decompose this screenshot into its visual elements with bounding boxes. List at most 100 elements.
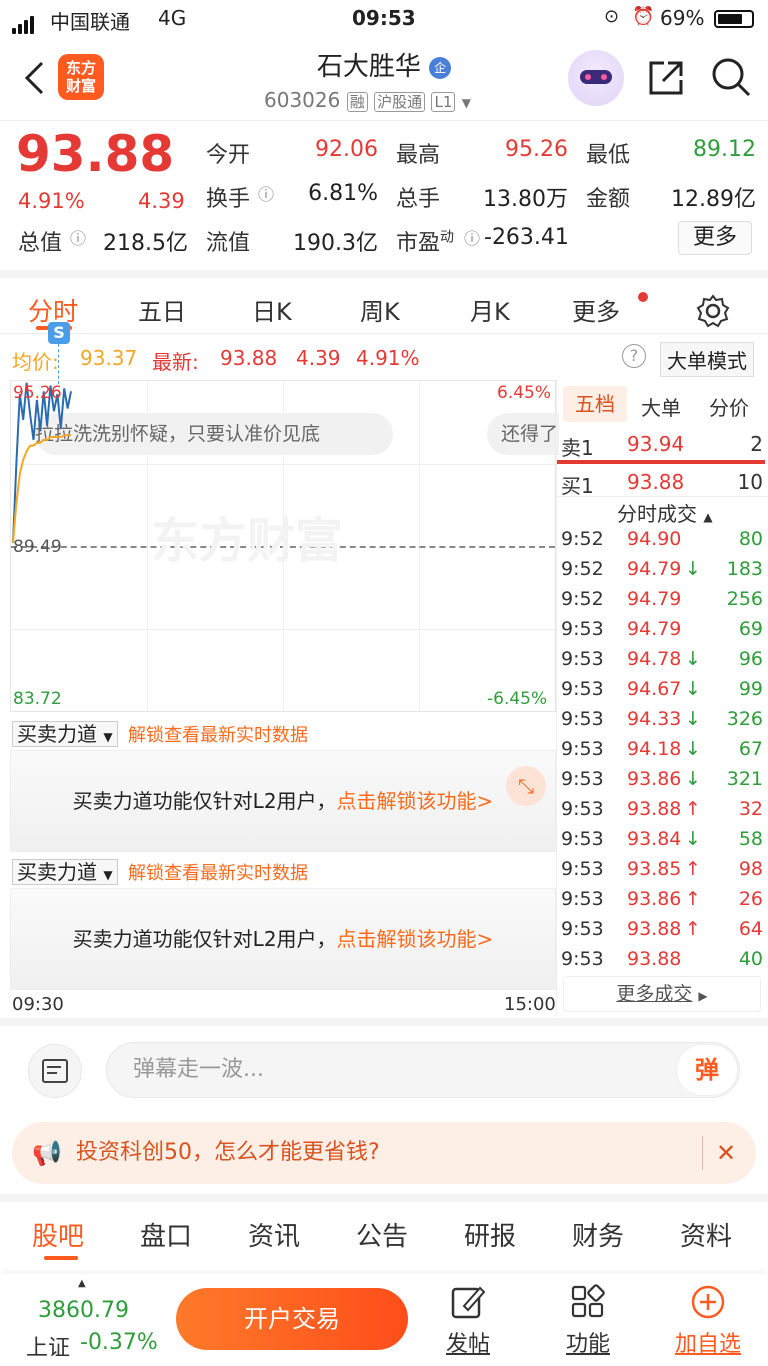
dropdown-icon[interactable]: ▼ [462,96,471,110]
latest-pct: 4.91% [356,346,420,370]
pct-top-label: 6.45% [497,383,552,403]
trade-time: 9:53 [561,888,604,910]
unlock-link[interactable]: 解锁查看最新实时数据 [128,725,308,746]
trade-volume: 67 [738,738,763,760]
danmu-input[interactable]: 弹幕走一波... [106,1042,740,1098]
s-badge[interactable]: S [48,322,70,344]
tab-more[interactable]: 更多 [572,292,620,327]
active-tab-indicator [44,1256,78,1260]
promo-banner[interactable]: 📢 投资科创50，怎么才能更省钱? ✕ [12,1122,756,1184]
stock-code: 603026 [264,88,341,112]
trade-time: 9:53 [561,678,604,700]
trade-volume: 96 [738,648,763,670]
power-unlock-cta[interactable]: 点击解锁该功能> [337,927,494,951]
tab-five-levels[interactable]: 五档 [563,386,627,422]
up-arrow-icon: ↑ [685,798,701,820]
volume-value: 13.80万 [483,187,568,212]
chevron-right-icon: ▶ [698,989,708,1003]
open-account-trade-button[interactable]: 开户交易 [176,1288,408,1350]
lock-rotation-icon: ⊙ [604,6,620,27]
post-button[interactable]: 发帖 [428,1284,508,1358]
tab-research[interactable]: 研报 [464,1216,516,1253]
trade-row: 9:53 93.88 ↑ 32 [561,796,765,826]
tab-price-dist[interactable]: 分价 [709,392,749,421]
trade-row: 9:52 94.79 ↓ 183 [561,556,765,586]
trade-row: 9:53 93.84 ↓ 58 [561,826,765,856]
trade-volume: 80 [738,528,763,550]
functions-button[interactable]: 功能 [548,1284,628,1358]
tab-forum[interactable]: 股吧 [32,1216,84,1253]
add-watchlist-button[interactable]: 加自选 [668,1284,748,1358]
trades-list: 9:52 94.90 80 9:52 94.79 ↓ 183 9:52 94.79 256 9:53… [561,526,765,976]
add-watchlist-label: 加自选 [674,1332,741,1357]
tab-daily-k[interactable]: 日K [252,292,292,327]
volume-label: 总手 [396,187,441,212]
trade-price: 93.86 [627,768,682,790]
close-icon[interactable]: ✕ [716,1122,736,1184]
megaphone-icon: 📢 [32,1139,62,1167]
high-label: 最高 [396,143,441,168]
help-icon[interactable]: ? [622,344,646,368]
tab-announcements[interactable]: 公告 [356,1216,408,1253]
trade-volume: 99 [738,678,763,700]
y-top-label: 95.26 [13,383,62,403]
up-arrow-icon: ↑ [685,888,701,910]
header: 东方 财富 石大胜华 企 603026 融 沪股通 L1 ▼ [0,38,768,120]
trades-title[interactable]: 分时成交 ▲ [617,498,713,527]
power-dropdown[interactable]: 买卖力道 ▼ [12,859,118,885]
comment-bar: 弹幕走一波... 弹 [0,1018,768,1110]
power-dropdown[interactable]: 买卖力道 ▼ [12,721,118,747]
trades-title-text: 分时成交 [617,502,697,526]
tab-financials[interactable]: 财务 [572,1216,624,1253]
latest-change: 4.39 [296,346,341,370]
tab-news[interactable]: 资讯 [248,1216,300,1253]
avg-label: 均价: [12,350,59,374]
tab-5day[interactable]: 五日 [138,292,186,327]
grid-apps-icon [571,1284,605,1318]
share-icon[interactable] [646,58,686,98]
power-unlock-cta[interactable]: 点击解锁该功能> [337,789,494,813]
info-icon[interactable]: ⓘ [70,225,86,249]
tag-margin: 融 [346,92,368,112]
chart-tabs: 分时 五日 日K 周K 月K 更多 [0,270,768,334]
bid1-label: 买1 [561,474,594,498]
latest-label: 最新: [152,350,199,374]
s-badge-guide [58,344,59,384]
info-icon[interactable]: ⓘ [464,225,480,249]
intraday-chart[interactable]: 东方财富 拉拉洗洗别怀疑，只要认准价见底 还得了 95.26 89.49 83.… [10,380,559,712]
expand-icon[interactable]: ⤡ [506,766,546,806]
big-order-mode-button[interactable]: 大单模式 [660,342,754,377]
power-label: 买卖力道 [17,722,97,746]
more-button[interactable]: 更多 [678,221,752,255]
unlock-link[interactable]: 解锁查看最新实时数据 [128,863,308,884]
robot-assistant-icon[interactable] [568,50,624,106]
danmu-send-button[interactable]: 弹 [676,1044,738,1096]
tab-profile[interactable]: 资料 [680,1216,732,1253]
info-icon[interactable]: ⓘ [258,181,274,205]
danmu-settings-icon[interactable] [28,1044,82,1098]
power-locked-box[interactable]: 买卖力道功能仅针对L2用户，点击解锁该功能> [10,750,556,852]
down-arrow-icon: ↓ [685,678,701,700]
trade-volume: 64 [738,918,763,940]
down-arrow-icon: ↓ [685,738,701,760]
search-icon[interactable] [710,56,752,98]
more-trades-button[interactable]: 更多成交 ▶ [563,976,761,1012]
settings-gear-icon[interactable] [696,294,730,328]
index-value: 3860.79 [38,1298,129,1323]
trade-time: 9:53 [561,948,604,970]
carrier: 中国联通 [50,10,130,34]
expand-up-icon[interactable]: ▲ [78,1278,86,1289]
power-locked-box[interactable]: 买卖力道功能仅针对L2用户，点击解锁该功能> [10,888,556,990]
tab-weekly-k[interactable]: 周K [360,292,400,327]
tab-big-orders[interactable]: 大单 [641,392,681,421]
stock-name: 石大胜华 [316,52,421,82]
ask1-label: 卖1 [561,436,594,460]
tab-orderbook[interactable]: 盘口 [140,1216,192,1253]
add-circle-icon [691,1285,725,1319]
float-label: 流值 [206,231,251,256]
trade-time: 9:52 [561,528,604,550]
ask1-price: 93.94 [627,432,685,456]
tab-monthly-k[interactable]: 月K [470,292,510,327]
chevron-down-icon: ▼ [103,730,113,744]
amount-value: 12.89亿 [671,187,756,212]
